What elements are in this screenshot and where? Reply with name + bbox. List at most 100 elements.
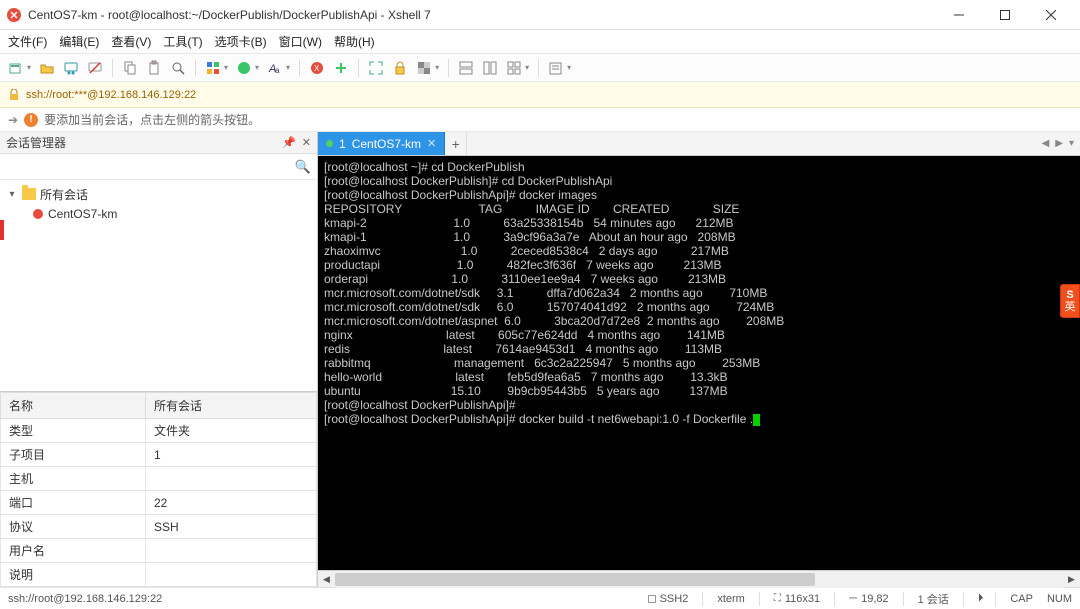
paste-icon[interactable]	[144, 58, 164, 78]
tab-close-icon[interactable]: ✕	[427, 137, 436, 150]
table-row: 用户名	[1, 539, 317, 563]
led-icon	[648, 595, 656, 603]
status-bar: ssh://root@192.168.146.129:22 SSH2 xterm…	[0, 587, 1080, 609]
separator	[195, 59, 196, 77]
menu-tab[interactable]: 选项卡(B)	[215, 33, 267, 50]
menu-help[interactable]: 帮助(H)	[334, 33, 375, 50]
menu-bar: 文件(F) 编辑(E) 查看(V) 工具(T) 选项卡(B) 窗口(W) 帮助(…	[0, 30, 1080, 54]
transparency-icon[interactable]	[414, 58, 434, 78]
app-icon	[6, 7, 22, 23]
tile-grid-icon[interactable]	[504, 58, 524, 78]
palette-icon[interactable]	[203, 58, 223, 78]
session-tree[interactable]: ▾ 所有会话 CentOS7-km	[0, 180, 317, 391]
menu-window[interactable]: 窗口(W)	[279, 33, 322, 50]
search-icon[interactable]: 🔍	[295, 159, 311, 175]
status-num: NUM	[1047, 593, 1072, 605]
status-sessions: 1 会话	[918, 591, 949, 607]
scroll-right-icon[interactable]: ▶	[1063, 571, 1080, 588]
maximize-button[interactable]	[982, 0, 1028, 30]
table-row: 说明	[1, 563, 317, 587]
session-manager-header: 会话管理器 📌 ✕	[0, 132, 317, 154]
session-icon	[32, 208, 44, 220]
dropdown-icon[interactable]: ▾	[27, 63, 31, 72]
session-manager-title: 会话管理器	[6, 134, 66, 151]
status-cursor: ⎓19,82	[849, 593, 889, 605]
connect-icon[interactable]	[61, 58, 81, 78]
status-nav[interactable]: ⏵	[978, 592, 982, 605]
lock-icon[interactable]	[390, 58, 410, 78]
pin-icon[interactable]: 📌	[282, 136, 296, 149]
ime-lang: 英	[1065, 301, 1076, 313]
address-bar[interactable]: ssh://root:***@192.168.146.129:22	[0, 82, 1080, 108]
font-icon[interactable]: Aa	[265, 58, 285, 78]
info-bar: ➔ ! 要添加当前会话，点击左侧的箭头按钮。	[0, 108, 1080, 132]
close-button[interactable]	[1028, 0, 1074, 30]
tab-label: CentOS7-km	[352, 137, 421, 151]
dropdown-icon[interactable]: ▾	[525, 63, 529, 72]
table-row: 子项目1	[1, 443, 317, 467]
dropdown-icon[interactable]: ▾	[255, 63, 259, 72]
address-text: ssh://root:***@192.168.146.129:22	[26, 89, 196, 101]
tabs-next-icon[interactable]: ▶	[1055, 138, 1063, 149]
status-term: xterm	[717, 593, 745, 605]
terminal-pane: 1 CentOS7-km ✕ + ◀ ▶ ▾ [root@localhost ~…	[318, 132, 1080, 587]
lock-small-icon	[8, 89, 20, 101]
status-connection: ssh://root@192.168.146.129:22	[8, 593, 634, 605]
dropdown-icon[interactable]: ▾	[224, 63, 228, 72]
fullscreen-icon[interactable]	[366, 58, 386, 78]
menu-tools[interactable]: 工具(T)	[163, 33, 202, 50]
xftp-icon[interactable]	[331, 58, 351, 78]
dropdown-icon[interactable]: ▾	[286, 63, 290, 72]
session-manager-pane: 会话管理器 📌 ✕ 🔍 ▾ 所有会话 CentOS7-km 名称所有会话 类型	[0, 132, 318, 587]
tabs-menu-icon[interactable]: ▾	[1069, 138, 1074, 149]
scroll-left-icon[interactable]: ◀	[318, 571, 335, 588]
dropdown-icon[interactable]: ▾	[567, 63, 571, 72]
new-tab-button[interactable]: +	[445, 132, 467, 155]
script-icon[interactable]	[546, 58, 566, 78]
table-row: 主机	[1, 467, 317, 491]
tree-root[interactable]: ▾ 所有会话	[0, 184, 317, 204]
prop-col-name[interactable]: 名称	[1, 393, 146, 419]
session-label: CentOS7-km	[48, 207, 117, 221]
separator	[299, 59, 300, 77]
tree-session-item[interactable]: CentOS7-km	[0, 204, 317, 224]
theme-icon[interactable]	[234, 58, 254, 78]
minimize-button[interactable]	[936, 0, 982, 30]
session-search-row: 🔍	[0, 154, 317, 180]
tabs-prev-icon[interactable]: ◀	[1042, 138, 1050, 149]
prop-col-value[interactable]: 所有会话	[146, 393, 317, 419]
separator	[358, 59, 359, 77]
svg-text:X: X	[314, 64, 320, 73]
title-bar: CentOS7-km - root@localhost:~/DockerPubl…	[0, 0, 1080, 30]
terminal-hscrollbar[interactable]: ◀ ▶	[318, 570, 1080, 587]
table-row: 端口22	[1, 491, 317, 515]
collapse-icon[interactable]: ▾	[6, 189, 18, 200]
find-icon[interactable]	[168, 58, 188, 78]
menu-file[interactable]: 文件(F)	[8, 33, 47, 50]
status-dot-icon	[326, 140, 333, 147]
tile-horiz-icon[interactable]	[456, 58, 476, 78]
tile-vert-icon[interactable]	[480, 58, 500, 78]
copy-icon[interactable]	[120, 58, 140, 78]
dropdown-icon[interactable]: ▾	[435, 63, 439, 72]
status-size: ⛶116x31	[774, 593, 820, 605]
terminal-output[interactable]: [root@localhost ~]# cd DockerPublish[roo…	[318, 156, 1080, 570]
pane-close-icon[interactable]: ✕	[302, 136, 311, 149]
info-icon: !	[24, 113, 38, 127]
arrow-icon[interactable]: ➔	[8, 113, 18, 127]
scroll-thumb[interactable]	[335, 573, 815, 586]
xagent-icon[interactable]: X	[307, 58, 327, 78]
folder-icon	[22, 188, 36, 200]
separator	[538, 59, 539, 77]
ime-badge[interactable]: S 英	[1060, 284, 1080, 318]
tab-active[interactable]: 1 CentOS7-km ✕	[318, 132, 445, 155]
menu-view[interactable]: 查看(V)	[111, 33, 151, 50]
left-edge-marker	[0, 220, 4, 240]
properties-table: 名称所有会话 类型文件夹 子项目1 主机 端口22 协议SSH 用户名 说明	[0, 391, 317, 587]
window-title: CentOS7-km - root@localhost:~/DockerPubl…	[28, 8, 936, 22]
new-session-icon[interactable]	[6, 58, 26, 78]
disconnect-icon[interactable]	[85, 58, 105, 78]
info-text: 要添加当前会话，点击左侧的箭头按钮。	[44, 111, 260, 128]
open-session-icon[interactable]	[37, 58, 57, 78]
menu-edit[interactable]: 编辑(E)	[59, 33, 99, 50]
